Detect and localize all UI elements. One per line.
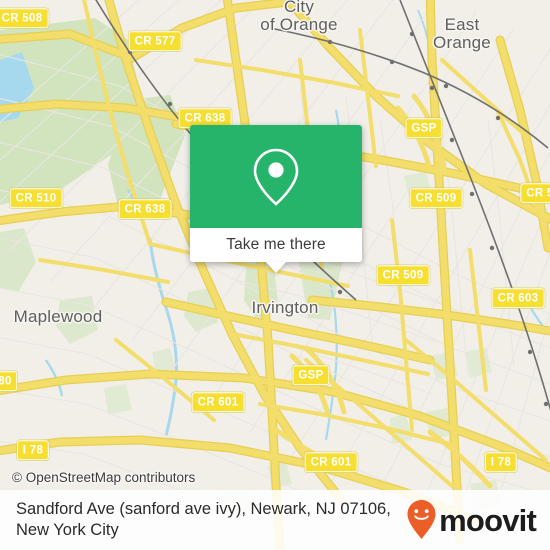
road-shield: CR 510 bbox=[9, 188, 63, 208]
road-shield: GSP bbox=[405, 118, 443, 138]
map-vector-layer: .w { stroke:#ffffff; fill:none; } .mn { … bbox=[0, 0, 550, 550]
map-screen: .w { stroke:#ffffff; fill:none; } .mn { … bbox=[0, 0, 550, 550]
map-pin-icon bbox=[253, 148, 299, 206]
road-shield: GSP bbox=[292, 365, 330, 385]
moovit-wordmark: moovit bbox=[439, 502, 537, 538]
road-shield: CR 603 bbox=[491, 288, 545, 308]
road-shield: 80 bbox=[0, 371, 18, 391]
road-shield: CR 601 bbox=[191, 392, 245, 412]
road-shield: CR 577 bbox=[128, 31, 182, 51]
road-shield: I 78 bbox=[16, 440, 50, 460]
road-shield: CR 5 bbox=[520, 183, 550, 203]
road-shield: CR 508 bbox=[0, 8, 49, 28]
bottom-info-bar: Sandford Ave (sanford ave ivy), Newark, … bbox=[0, 490, 550, 550]
road-shield: CR 509 bbox=[376, 265, 430, 285]
osm-attribution[interactable]: © OpenStreetMap contributors bbox=[12, 470, 195, 485]
map-canvas[interactable]: .w { stroke:#ffffff; fill:none; } .mn { … bbox=[0, 0, 550, 550]
road-shield: I 78 bbox=[484, 452, 518, 472]
address-text: Sandford Ave (sanford ave ivy), Newark, … bbox=[16, 500, 391, 539]
take-me-there-label: Take me there bbox=[226, 236, 326, 253]
location-callout[interactable]: Take me there bbox=[190, 125, 362, 273]
callout-header bbox=[190, 125, 362, 228]
take-me-there-button[interactable]: Take me there bbox=[190, 228, 362, 262]
callout-pointer bbox=[266, 262, 286, 273]
road-shield: CR 601 bbox=[304, 452, 358, 472]
moovit-logo[interactable]: moovit bbox=[406, 499, 537, 541]
road-shield: CR 509 bbox=[409, 188, 463, 208]
road-shield: CR 638 bbox=[118, 199, 172, 219]
moovit-pin-icon bbox=[407, 500, 436, 539]
